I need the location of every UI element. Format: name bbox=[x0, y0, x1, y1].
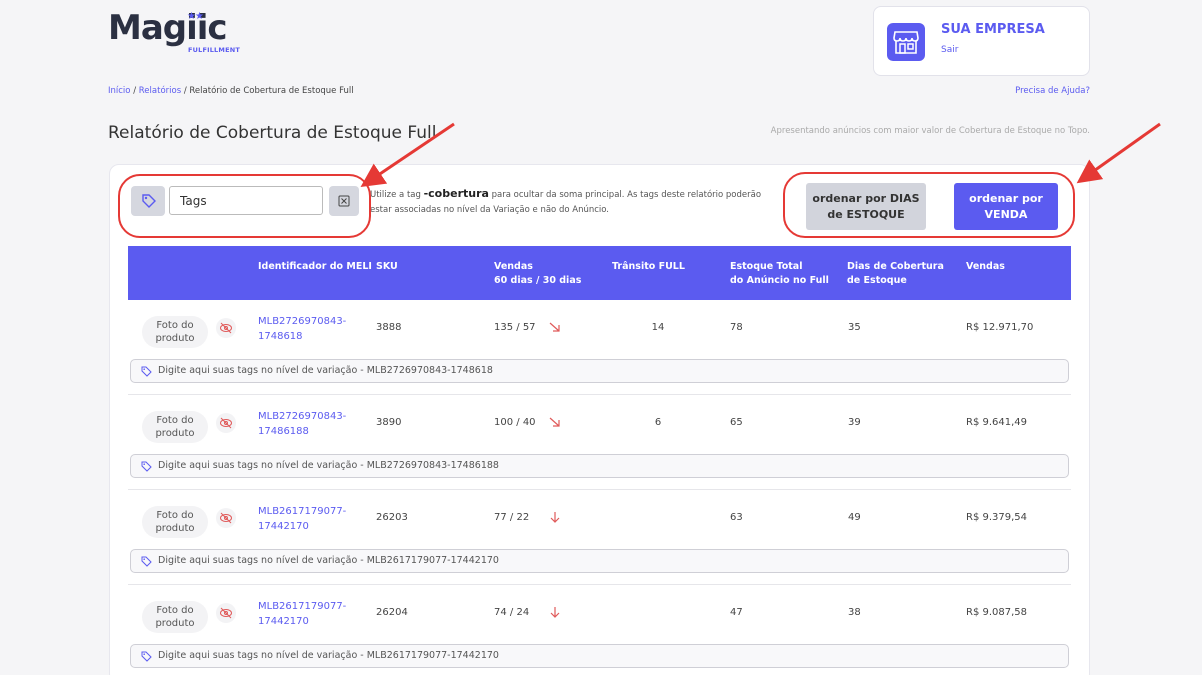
annotation-arrow-right bbox=[1076, 122, 1161, 184]
annotation-arrows bbox=[360, 122, 1161, 188]
annotation-arrow-left bbox=[360, 122, 455, 188]
